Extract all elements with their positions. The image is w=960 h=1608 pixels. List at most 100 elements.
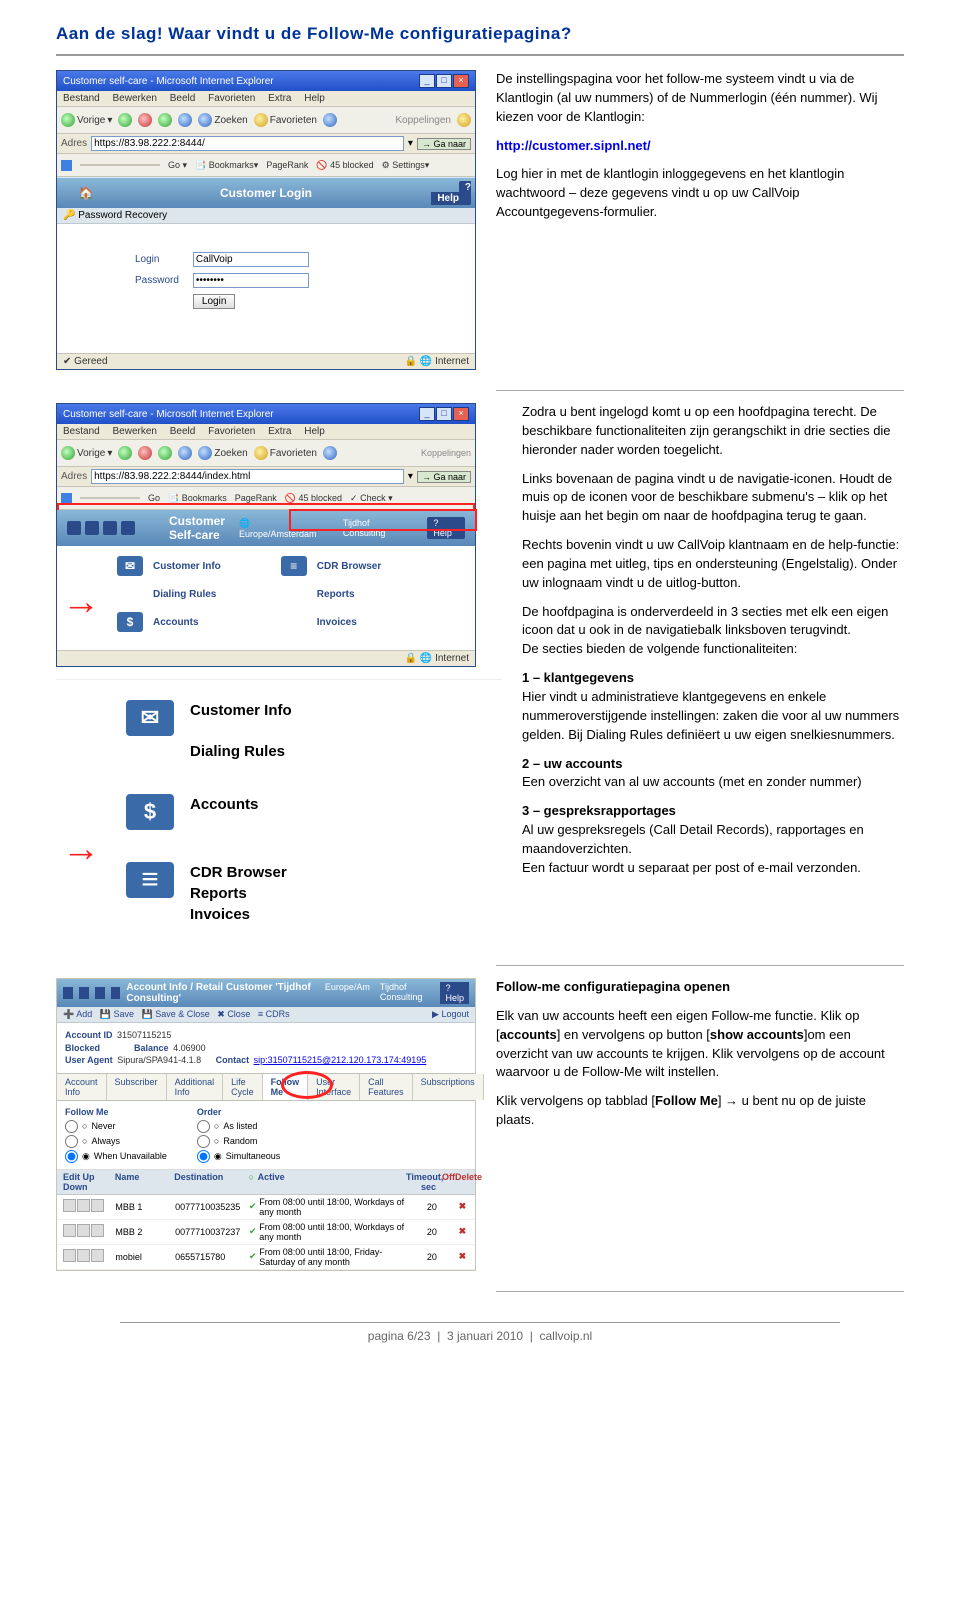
favorites-button[interactable]: Favorieten (254, 446, 317, 460)
menu-item[interactable]: Help (304, 426, 325, 437)
nav-icon[interactable] (79, 987, 89, 999)
go-button[interactable]: → Ga naar (417, 138, 471, 150)
google-icon (61, 160, 72, 171)
refresh-button[interactable] (158, 446, 172, 460)
edit-icon[interactable] (63, 1199, 76, 1212)
back-button[interactable]: Vorige ▾ (61, 113, 112, 127)
menu-reports[interactable]: .Reports (281, 584, 381, 604)
maximize-icon[interactable]: □ (436, 407, 452, 421)
radio-never[interactable]: ○ Never (65, 1120, 167, 1133)
tab-follow-me[interactable]: Follow Me (263, 1074, 309, 1100)
tab[interactable]: Life Cycle (223, 1074, 263, 1100)
delete-icon[interactable]: ✖ (456, 1226, 469, 1237)
up-icon[interactable] (77, 1199, 90, 1212)
tz-link[interactable]: 🌐 Europe/Amsterdam (239, 518, 329, 539)
menu-item[interactable]: Bestand (63, 93, 100, 104)
menu-accounts[interactable]: $Accounts (117, 612, 221, 632)
stop-button[interactable] (138, 113, 152, 127)
home-button[interactable] (178, 446, 192, 460)
delete-icon[interactable]: ✖ (456, 1201, 469, 1212)
maximize-icon[interactable]: □ (436, 74, 452, 88)
home-button[interactable] (178, 113, 192, 127)
tab[interactable]: Call Features (360, 1074, 413, 1100)
menu-invoices[interactable]: .Invoices (281, 612, 381, 632)
delete-icon[interactable]: ✖ (456, 1251, 469, 1262)
minimize-icon[interactable]: _ (419, 407, 435, 421)
forward-button[interactable] (118, 113, 132, 127)
media-button[interactable] (323, 446, 337, 460)
nav-icon[interactable] (63, 987, 73, 999)
tab[interactable]: Subscriptions (413, 1074, 484, 1100)
menu-item[interactable]: Favorieten (208, 93, 255, 104)
google-go-button[interactable]: Go ▾ (168, 160, 187, 171)
menu-item[interactable]: Beeld (170, 93, 196, 104)
menu-item[interactable]: Extra (268, 93, 291, 104)
go-button[interactable]: → Ga naar (417, 471, 471, 483)
window-title: Customer self-care - Microsoft Internet … (63, 409, 274, 420)
home-icon[interactable]: 🏠 (61, 186, 111, 200)
help-button[interactable]: ? Help (427, 517, 465, 539)
down-icon[interactable] (91, 1199, 104, 1212)
tab[interactable]: Additional Info (167, 1074, 224, 1100)
search-button[interactable]: Zoeken (198, 113, 247, 127)
help-button[interactable]: ? Help (431, 181, 471, 205)
tab[interactable]: Subscriber (107, 1074, 167, 1100)
logout-button[interactable]: ▶ Logout (432, 1009, 469, 1020)
menu-customer-info[interactable]: ✉Customer Info (117, 556, 221, 576)
nav-icon[interactable] (95, 987, 105, 999)
radio-listed[interactable]: ○ As listed (197, 1120, 280, 1133)
google-search-input[interactable] (80, 164, 160, 166)
close-icon[interactable]: × (453, 74, 469, 88)
tz-link[interactable]: Europe/Am (325, 982, 370, 1004)
save-close-button[interactable]: 💾 Save & Close (142, 1009, 210, 1019)
help-button[interactable]: ? Help (440, 982, 469, 1004)
back-button[interactable]: Vorige ▾ (61, 446, 112, 460)
address-input[interactable] (91, 469, 404, 484)
search-button[interactable]: Zoeken (198, 446, 247, 460)
nav-icon[interactable] (111, 987, 121, 999)
stop-button[interactable] (138, 446, 152, 460)
login-input[interactable] (193, 252, 309, 267)
nav-icon[interactable] (85, 521, 99, 535)
radio-random[interactable]: ○ Random (197, 1135, 280, 1148)
save-button[interactable]: 💾 Save (100, 1009, 134, 1019)
add-button[interactable]: ➕ Add (63, 1009, 92, 1019)
customer-url-link[interactable]: http://customer.sipnl.net/ (496, 138, 651, 153)
password-recovery-link[interactable]: 🔑 Password Recovery (63, 210, 167, 221)
password-input[interactable] (193, 273, 309, 288)
menu-item[interactable]: Help (304, 93, 325, 104)
bookmarks-button[interactable]: 📑 Bookmarks▾ (195, 160, 258, 171)
minimize-icon[interactable]: _ (419, 74, 435, 88)
tab[interactable]: User Interface (308, 1074, 360, 1100)
tab[interactable]: Account Info (57, 1074, 107, 1100)
blocked-button[interactable]: 🚫 45 blocked (316, 160, 373, 171)
menu-item[interactable]: Extra (268, 426, 291, 437)
menu-cdr[interactable]: ≡CDR Browser (281, 556, 381, 576)
pagerank-button[interactable]: PageRank (266, 160, 308, 170)
menu-item[interactable]: Bewerken (112, 93, 156, 104)
nav-icon[interactable] (103, 521, 117, 535)
nav-icon[interactable] (121, 521, 135, 535)
radio-always[interactable]: ○ Always (65, 1135, 167, 1148)
menu-dialing-rules[interactable]: .Dialing Rules (117, 584, 221, 604)
refresh-button[interactable] (158, 113, 172, 127)
media-button[interactable] (323, 113, 337, 127)
close-icon[interactable]: × (453, 407, 469, 421)
login-button[interactable]: Login (193, 294, 235, 309)
cdrs-button[interactable]: ≡ CDRs (258, 1009, 290, 1019)
menu-item[interactable]: Bewerken (112, 426, 156, 437)
menu-item[interactable]: Favorieten (208, 426, 255, 437)
menu-item[interactable]: Bestand (63, 426, 100, 437)
favorites-button[interactable]: Favorieten (254, 113, 317, 127)
forward-button[interactable] (118, 446, 132, 460)
icon-cdr: CDR Browser Reports Invoices (126, 862, 488, 925)
address-input[interactable] (91, 136, 404, 151)
menu-item[interactable]: Beeld (170, 426, 196, 437)
settings-button[interactable]: ⚙ Settings▾ (382, 160, 430, 171)
close-button[interactable]: ✖ Close (217, 1009, 250, 1019)
nav-icon[interactable] (67, 521, 81, 535)
radio-unavailable[interactable]: ◉ When Unavailable (65, 1150, 167, 1163)
address-dropdown-icon[interactable]: ▾ (408, 138, 413, 149)
ie-menubar: Bestand Bewerken Beeld Favorieten Extra … (57, 91, 475, 107)
radio-simul[interactable]: ◉ Simultaneous (197, 1150, 280, 1163)
